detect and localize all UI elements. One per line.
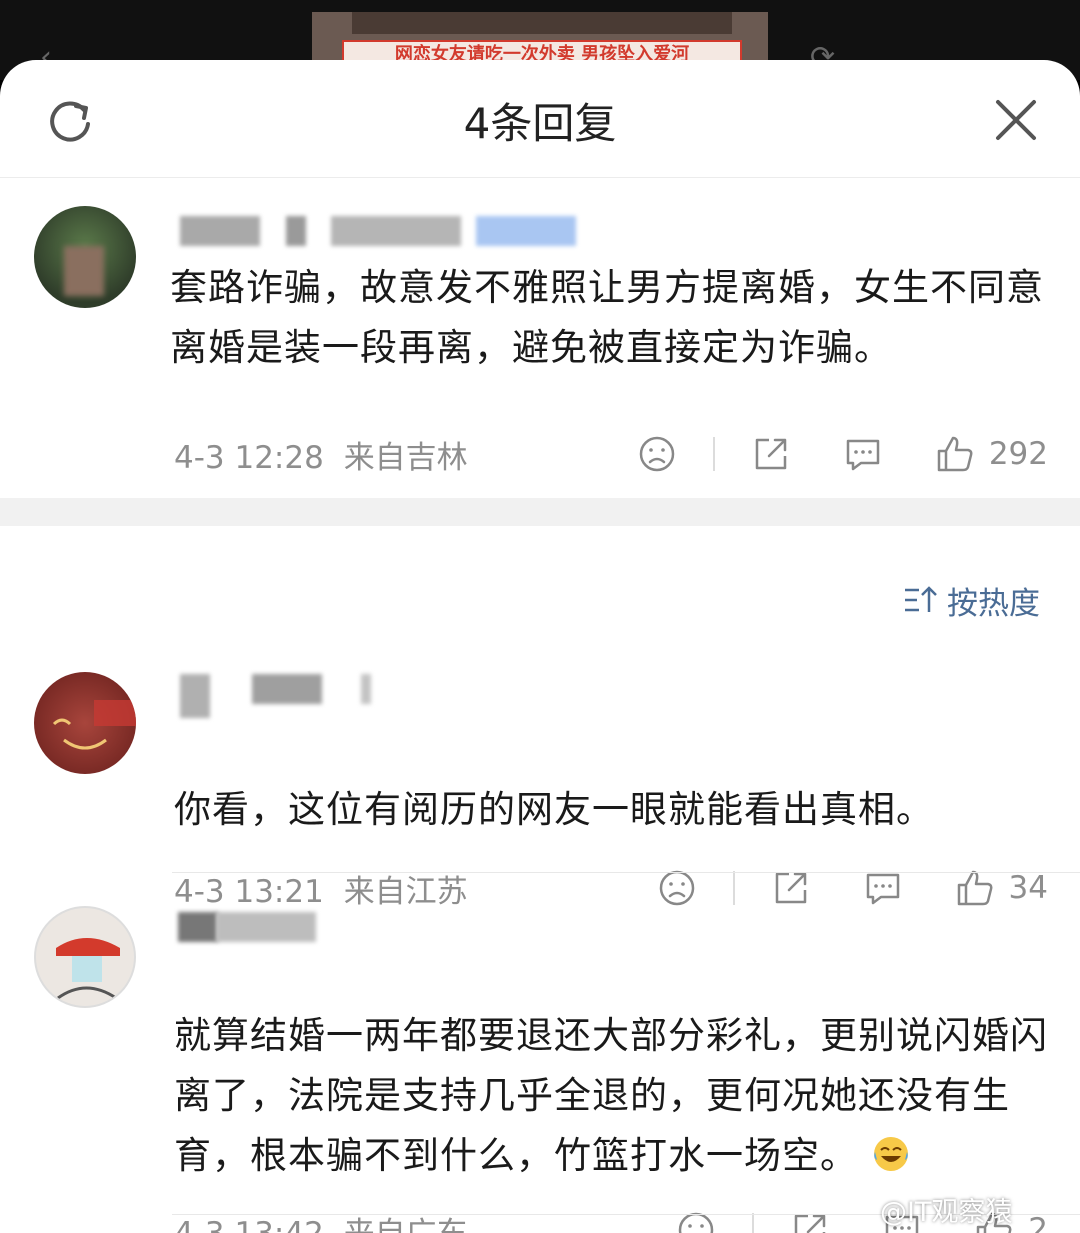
username-redacted[interactable]: [176, 216, 586, 250]
action-bar: 292: [637, 430, 1048, 478]
comment-time: 4-3 13:42: [174, 1216, 324, 1233]
sad-face-icon[interactable]: [637, 434, 677, 474]
username-redacted[interactable]: [176, 912, 326, 946]
username-redacted[interactable]: [176, 674, 396, 718]
watermark: @IT观察猿: [880, 1197, 1013, 1228]
reply-comment: 你看，这位有阅历的网友一眼就能看出真相。 4-3 13:21 来自江苏 34: [0, 660, 1080, 910]
sort-icon: [905, 586, 937, 612]
like-count: 2: [1028, 1212, 1048, 1233]
replies-sheet: 4条回复 套路诈骗，故意发不雅照让男方提离婚，女生不同意离婚是装一段再离，避免被…: [0, 60, 1080, 1233]
reply-comment: 就算结婚一两年都要退还大部分彩礼，更别说闪婚闪离了，法院是支持几乎全退的，更何况…: [0, 890, 1080, 1233]
sort-label: 按热度: [947, 585, 1040, 622]
page-title: 4条回复: [463, 99, 617, 148]
comment-meta: 4-3 12:28 来自吉林: [174, 432, 468, 477]
sort-button[interactable]: 按热度: [903, 580, 1040, 622]
comment-text: 你看，这位有阅历的网友一眼就能看出真相。: [174, 788, 934, 831]
section-gap: [0, 498, 1080, 526]
comment-time: 4-3 12:28: [174, 440, 324, 476]
comment-text: 就算结婚一两年都要退还大部分彩礼，更别说闪婚闪离了，法院是支持几乎全退的，更何况…: [174, 1006, 1064, 1186]
comment-location: 来自吉林: [343, 440, 468, 476]
smile-avatar-graphic: [52, 700, 136, 750]
separator: [752, 1213, 755, 1233]
share-icon[interactable]: [751, 434, 791, 474]
main-comment: 套路诈骗，故意发不雅照让男方提离婚，女生不同意离婚是装一段再离，避免被直接定为诈…: [0, 178, 1080, 498]
separator: [712, 437, 715, 471]
comment-location: 来自广东: [344, 1216, 468, 1233]
comment-text: 套路诈骗，故意发不雅照让男方提离婚，女生不同意离婚是装一段再离，避免被直接定为诈…: [170, 266, 1044, 369]
like-count: 292: [988, 436, 1048, 472]
avatar[interactable]: [34, 906, 136, 1008]
cartoon-avatar-graphic: [56, 938, 120, 1000]
thumbs-up-icon[interactable]: [935, 434, 975, 474]
divider: [172, 872, 1080, 873]
avatar[interactable]: [34, 206, 136, 308]
sheet-header: 4条回复: [0, 60, 1080, 178]
close-icon[interactable]: [994, 98, 1038, 142]
comment-text-body: 就算结婚一两年都要退还大部分彩礼，更别说闪婚闪离了，法院是支持几乎全退的，更何况…: [174, 1014, 1048, 1177]
comment-meta: 4-3 13:42 来自广东: [174, 1208, 468, 1233]
laugh-cry-emoji-icon: [873, 1137, 908, 1171]
avatar[interactable]: [34, 672, 136, 774]
comment-icon[interactable]: [843, 434, 883, 474]
